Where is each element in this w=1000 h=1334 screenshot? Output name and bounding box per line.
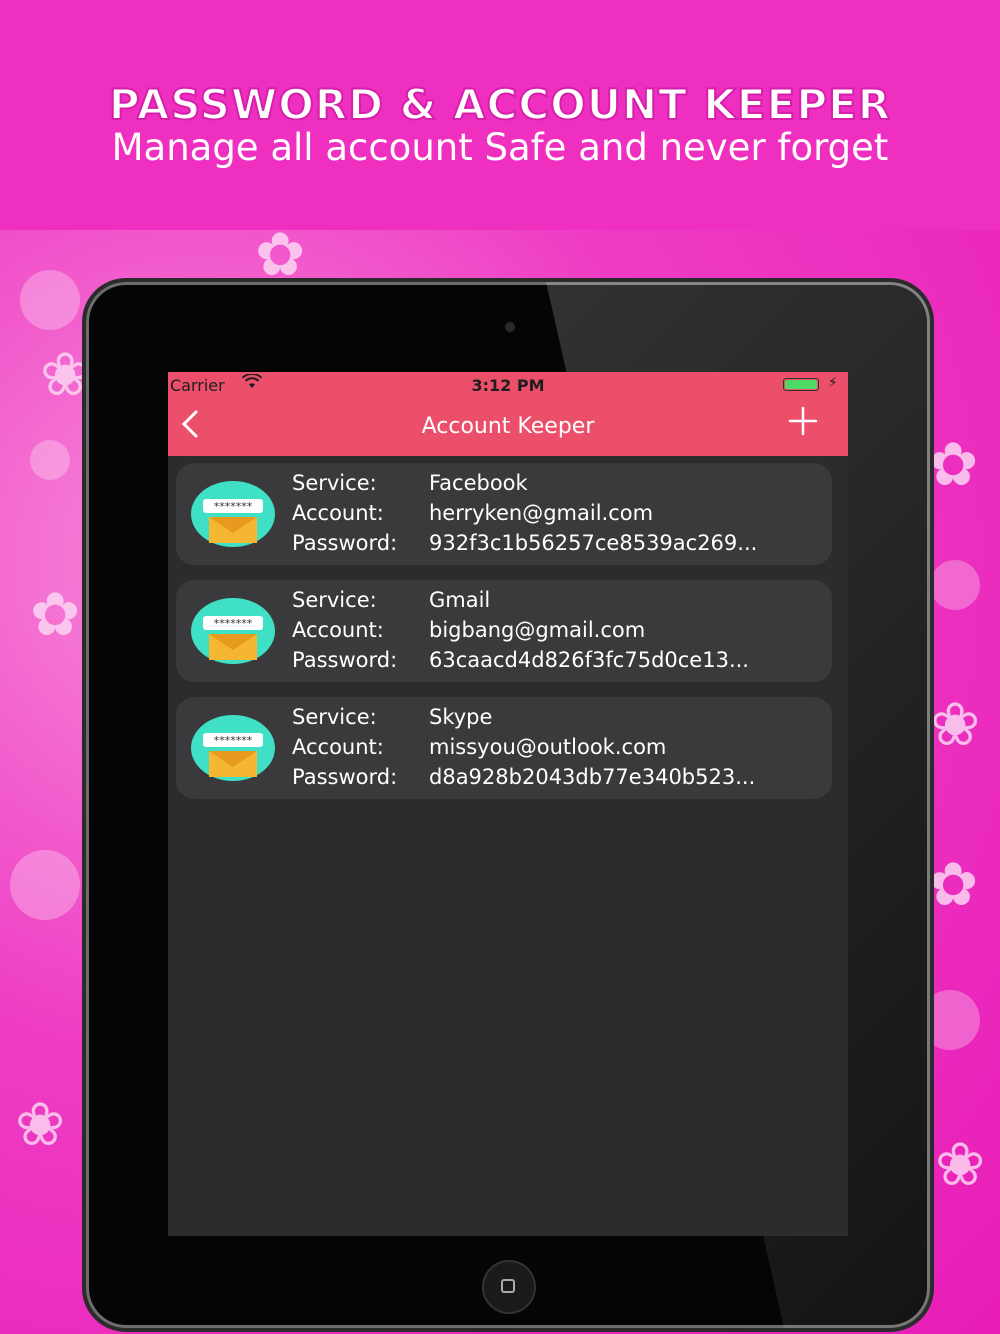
battery-icon (783, 378, 819, 391)
account-value: herryken@gmail.com (429, 501, 654, 525)
password-value: 932f3c1b56257ce8539ac269... (429, 531, 758, 555)
service-label: Service: (292, 471, 377, 495)
password-envelope-icon: ******* (191, 715, 275, 781)
navigation-bar: Account Keeper (168, 400, 848, 456)
password-value: d8a928b2043db77e340b523... (429, 765, 756, 789)
password-label: Password: (292, 531, 398, 555)
home-square-icon (501, 1279, 515, 1293)
password-envelope-icon: ******* (191, 481, 275, 547)
banner-title: PASSWORD & ACCOUNT KEEPER (108, 79, 892, 130)
app-screen: Carrier 3:12 PM ⚡ Account Keeper *******… (168, 372, 848, 1236)
service-value: Skype (429, 705, 493, 729)
password-envelope-icon: ******* (191, 598, 275, 664)
svg-text:*******: ******* (214, 734, 253, 747)
add-account-button[interactable] (786, 404, 820, 445)
service-value: Facebook (429, 471, 528, 495)
status-bar: Carrier 3:12 PM ⚡ (168, 372, 848, 400)
account-label: Account: (292, 735, 384, 759)
service-value: Gmail (429, 588, 491, 612)
account-label: Account: (292, 618, 384, 642)
svg-text:*******: ******* (214, 617, 253, 630)
account-value: missyou@outlook.com (429, 735, 667, 759)
service-label: Service: (292, 588, 377, 612)
status-time: 3:12 PM (471, 376, 545, 395)
password-label: Password: (292, 765, 398, 789)
nav-title: Account Keeper (421, 414, 595, 439)
account-card[interactable]: ******* Service: Skype Account: missyou@ou… (176, 697, 832, 799)
home-button[interactable] (482, 1260, 536, 1314)
camera-icon (505, 322, 515, 332)
promo-banner: PASSWORD & ACCOUNT KEEPER Manage all acc… (0, 0, 1000, 230)
account-card[interactable]: ******* Service: Facebook Account: herryke… (176, 463, 832, 565)
password-label: Password: (292, 648, 398, 672)
password-value: 63caacd4d826f3fc75d0ce13... (429, 648, 749, 672)
account-value: bigbang@gmail.com (429, 618, 646, 642)
svg-text:*******: ******* (214, 500, 253, 513)
account-card[interactable]: ******* Service: Gmail Account: bigbang@gm… (176, 580, 832, 682)
account-label: Account: (292, 501, 384, 525)
service-label: Service: (292, 705, 377, 729)
charging-icon: ⚡ (828, 375, 838, 391)
banner-subtitle: Manage all account Safe and never forget (111, 126, 889, 169)
